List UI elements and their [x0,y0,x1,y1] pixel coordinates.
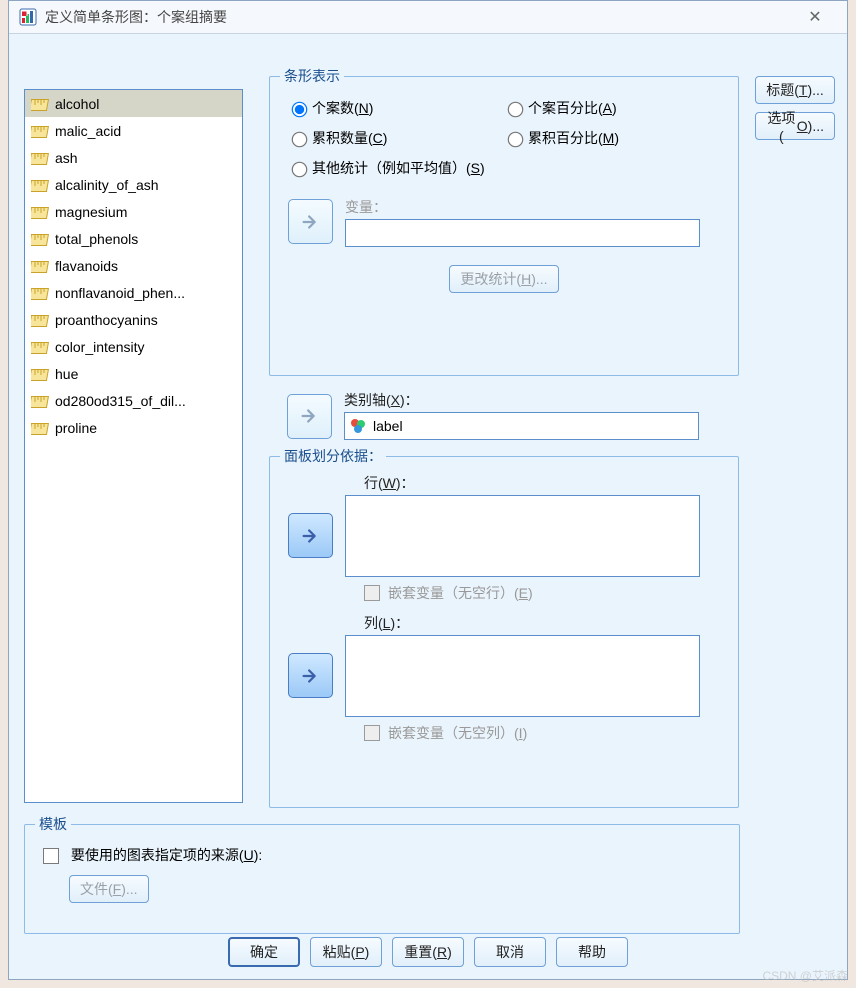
scale-icon [31,152,49,164]
scale-icon [31,395,49,407]
client-area: alcohol malic_acidash alcalinity_of_ashmag… [9,34,847,979]
variable-item-label: od280od315_of_dil... [55,393,186,409]
variable-item[interactable]: proanthocyanins [25,306,242,333]
move-to-rows-button[interactable] [288,513,333,558]
use-template-checkbox[interactable]: 要使用的图表指定项的来源(U): [43,845,721,865]
variable-list[interactable]: alcohol malic_acidash alcalinity_of_ashmag… [24,89,243,803]
scale-icon [31,341,49,353]
dialog-window: 定义简单条形图：个案组摘要 ✕ alcohol malic_acidash alca… [8,0,848,980]
scale-icon [31,260,49,272]
move-to-cols-button[interactable] [288,653,333,698]
nest-rows-check[interactable] [364,585,380,601]
cancel-button[interactable]: 取消 [474,937,546,967]
variable-item[interactable]: alcohol [25,90,242,117]
variable-item-label: hue [55,366,78,382]
category-axis-label: 类别轴(X)： [344,390,699,410]
help-button[interactable]: 帮助 [556,937,628,967]
window-title: 定义简单条形图：个案组摘要 [45,7,793,27]
close-icon[interactable]: ✕ [793,3,837,31]
scale-icon [31,287,49,299]
bars-represent-group: 条形表示 个案数(N) 个案百分比(A) 累积数量(C) [269,76,739,376]
template-legend: 模板 [35,814,71,834]
variable-item[interactable]: od280od315_of_dil... [25,387,242,414]
radio-cumpct[interactable]: 累积百分比(M) [504,123,720,153]
variable-item-label: alcohol [55,96,99,112]
move-to-category-button[interactable] [287,394,332,439]
variable-item-label: magnesium [55,204,127,220]
variable-item[interactable]: proline [25,414,242,441]
variable-item[interactable]: total_phenols [25,225,242,252]
radio-cumn[interactable]: 累积数量(C) [288,123,504,153]
variable-item[interactable]: alcalinity_of_ash [25,171,242,198]
change-statistic-button[interactable]: 更改统计(H)... [449,265,558,293]
category-axis-block: 类别轴(X)： label [269,384,739,446]
radio-pctcases[interactable]: 个案百分比(A) [504,93,720,123]
file-button[interactable]: 文件(F)... [69,875,149,903]
reset-button[interactable]: 重置(R) [392,937,464,967]
title-bar: 定义简单条形图：个案组摘要 ✕ [9,1,847,34]
ok-button[interactable]: 确定 [228,937,300,967]
variable-item[interactable]: ash [25,144,242,171]
scale-icon [31,179,49,191]
variable-item-label: color_intensity [55,339,145,355]
variable-item-label: nonflavanoid_phen... [55,285,185,301]
radio-other[interactable]: 其他统计（例如平均值）(S) [288,153,720,183]
panel-by-legend: 面板划分依据： [280,446,386,466]
scale-icon [31,206,49,218]
scale-icon [31,125,49,137]
variable-item[interactable]: flavanoids [25,252,242,279]
app-icon [19,8,37,26]
category-axis-field[interactable]: label [344,412,699,440]
scale-icon [31,98,49,110]
category-axis-value: label [373,418,403,434]
variable-textbox[interactable] [345,219,700,247]
scale-icon [31,314,49,326]
side-buttons: 标题(T)... 选项(O)... [755,76,835,140]
cols-listbox[interactable] [345,635,700,717]
cols-label: 列(L)： [364,613,720,633]
move-to-variable-button[interactable] [288,199,333,244]
variable-item-label: proline [55,420,97,436]
variable-item[interactable]: nonflavanoid_phen... [25,279,242,306]
rows-label: 行(W)： [364,473,720,493]
nest-rows-checkbox: 嵌套变量（无空行）(E) [288,577,720,603]
variable-item-label: alcalinity_of_ash [55,177,159,193]
scale-icon [31,368,49,380]
bars-represent-legend: 条形表示 [280,66,344,86]
nominal-icon [349,417,367,435]
scale-icon [31,422,49,434]
variable-item[interactable]: hue [25,360,242,387]
variable-item[interactable]: malic_acid [25,117,242,144]
variable-item-label: flavanoids [55,258,118,274]
nest-cols-check[interactable] [364,725,380,741]
rows-listbox[interactable] [345,495,700,577]
variable-item-label: proanthocyanins [55,312,158,328]
variable-item[interactable]: color_intensity [25,333,242,360]
watermark: CSDN @艾派森 [762,967,848,984]
panel-by-group: 面板划分依据： 行(W)： 嵌套变量（无空行）(E) [269,456,739,808]
variable-item[interactable]: magnesium [25,198,242,225]
nest-cols-checkbox: 嵌套变量（无空列）(I) [288,717,720,743]
variable-label: 变量： [345,197,720,217]
bottom-buttons: 确定 粘贴(P) 重置(R) 取消 帮助 [9,937,847,967]
radio-ncases[interactable]: 个案数(N) [288,93,504,123]
scale-icon [31,233,49,245]
variable-item-label: malic_acid [55,123,121,139]
paste-button[interactable]: 粘贴(P) [310,937,382,967]
title-button[interactable]: 标题(T)... [755,76,835,104]
template-group: 模板 要使用的图表指定项的来源(U): 文件(F)... [24,824,740,934]
variable-item-label: total_phenols [55,231,138,247]
variable-item-label: ash [55,150,78,166]
option-button[interactable]: 选项(O)... [755,112,835,140]
